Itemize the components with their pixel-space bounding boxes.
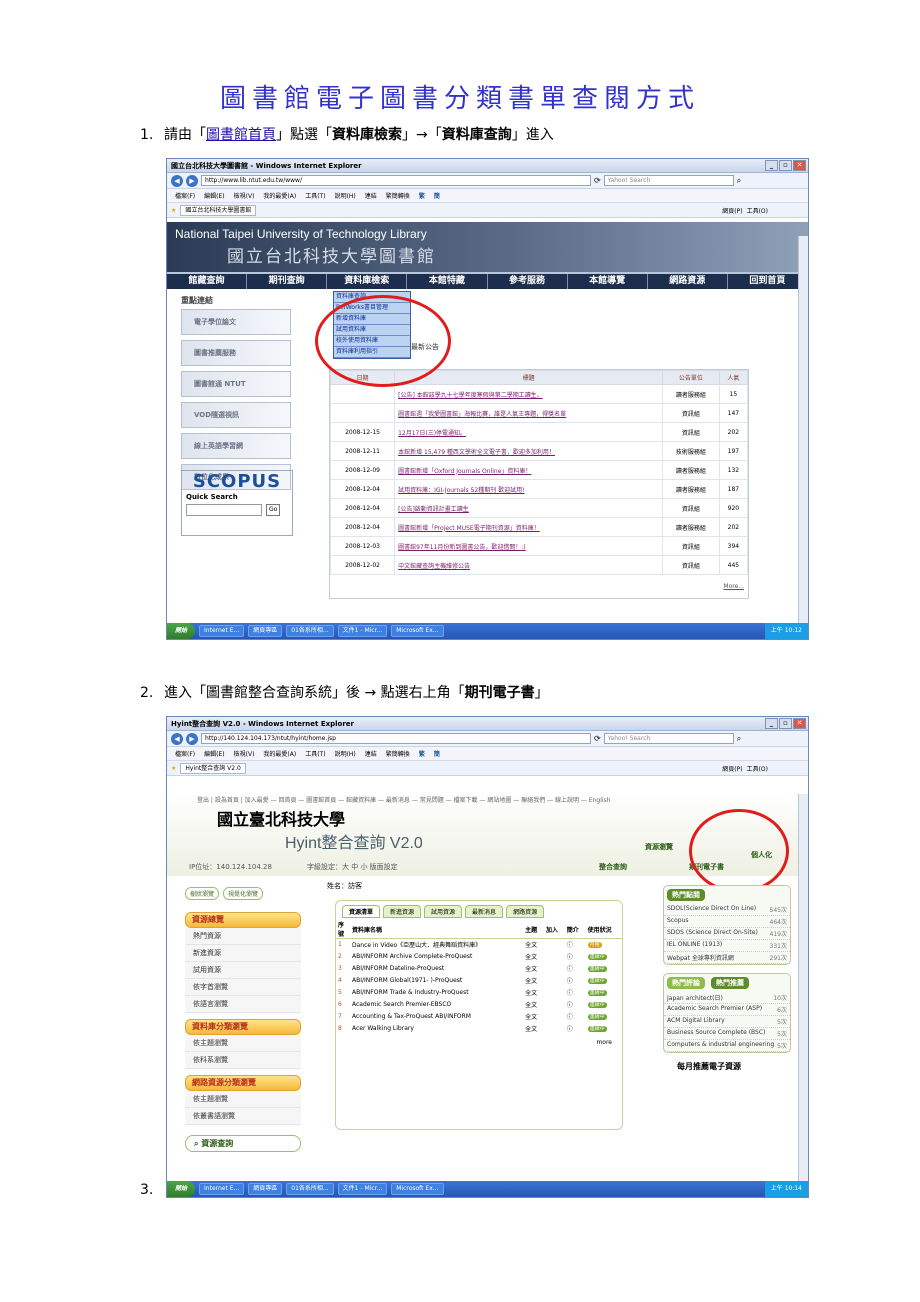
scopus-logo[interactable]: SCOPUS [182,471,292,493]
table-row: 2008-12-09 圖書館新增「Oxford Journals Online」資… [329,460,749,480]
table-row: 2008-12-03 圖書館97年11月份新到圖書公告，歡迎借閱！:) 資訊組 394 [329,536,749,556]
library-banner: National Taipei University of Technology… [167,222,808,272]
search-icon: ⌕ [194,1139,199,1148]
system-name: Hyint整合查詢 V2.0 [285,835,423,852]
clock: 上午 10:12 [764,623,808,639]
document-title: 圖書館電子圖書分類書單查閱方式 [219,84,700,114]
taskbar: 開始 Internet E... 網頁專區 01各系所相... 文件1 - Mi… [167,623,808,639]
refresh-icon[interactable]: ⟳ [594,176,601,185]
ip-address: IP位址：140.124.104.28 [189,863,272,871]
refresh-icon[interactable]: ⟳ [594,734,601,743]
step-1: 1. 請由「圖書館首頁」點選「資料庫檢索」→「資料庫查詢」進入 [140,127,554,143]
more-link[interactable]: More... [330,575,748,598]
nav-item[interactable]: 參考服務 [488,274,568,289]
table-row: 5 ABI/INFORM Trade & Industry-ProQuest 全文 ⓘ… [338,989,607,997]
highlight-circle [689,809,789,893]
news-table: 日期 標題 公告單位 人氣 [公告] 本館該學九十七學年度寒假與第二學期工讀生。 讀者服… [329,369,749,599]
nav-item-database[interactable]: 資料庫檢索 [327,274,408,289]
screenshot-library-homepage: 國立台北科技大學圖書館 - Windows Internet Explorer … [166,158,809,640]
nav-item[interactable]: 本館特藏 [407,274,488,289]
table-row: 1 Dance in Video《亞歷山大．經典舞蹈資料庫》 全文 ⓘ 可用 [338,941,602,950]
side-title: 重點連結 [181,296,213,305]
forward-icon[interactable]: ▶ [186,732,198,745]
tab-resources[interactable]: 資源瀏覽 [645,842,673,852]
minimize-icon[interactable]: _ [765,718,778,729]
table-row: 6 Academic Search Premier-EBSCO 全文 ⓘ 連線中 [338,1001,607,1009]
search-icon[interactable]: ⌕ [737,734,741,744]
menu-bar: 檔案(F) 編輯(E) 檢視(V) 我的最愛(A) 工具(T) 說明(H) 連結 繁簡轉換繁簡 [167,189,808,203]
table-row: 4 ABI/INFORM Global(1971- )-ProQuest 全文 ⓘ 連線… [338,977,607,985]
library-home-link[interactable]: 圖書館首頁 [206,127,276,143]
close-icon[interactable]: ✕ [793,718,806,729]
table-row: 2008-12-15 12月17日(三)停電通知。 資訊組 202 [329,422,749,442]
menu-bar: 檔案(F) 編輯(E) 檢視(V) 我的最愛(A) 工具(T) 說明(H) 連結 繁簡轉換繁簡 [167,747,808,761]
table-row: 2008-12-02 中文館藏查詢主機維修公告 資訊組 445 [329,555,749,575]
table-row: 圖書館週「我愛圖書館」海報比賽，誰是人氣王專題，得獎名單 資訊組 147 [329,403,749,423]
search-input[interactable]: Yahoo! Search [603,733,734,744]
search-icon[interactable]: ⌕ [737,176,741,186]
table-row: 7 Accounting & Tax-ProQuest ABI/INFORM 全文 ⓘ… [338,1013,607,1021]
nav-item[interactable]: 期刊查詢 [247,274,328,289]
start-button[interactable]: 開始 [167,623,196,639]
scrollbar[interactable] [798,236,808,623]
close-icon[interactable]: ✕ [793,160,806,171]
side-links: 電子學位論文 圖書推薦服務 圖書館通 NTUT VOD隨選視訊 線上英語學習網 … [181,309,291,495]
window-titlebar: 國立台北科技大學圖書館 - Windows Internet Explorer … [167,159,808,173]
browser-tab[interactable]: 國立台北科技大學圖書館 [180,204,257,216]
nav-item[interactable]: 回到首頁 [728,274,808,289]
monthly-recommend[interactable]: 每月推薦電子資源 [663,1061,791,1072]
table-row: [公告] 本館該學九十七學年度寒假與第二學期工讀生。 讀者服務組 15 [329,384,749,404]
table-row: 2008-12-04 試用資料庫：IGI-Journals 52種期刊 歡迎試用!… [329,479,749,499]
top-links[interactable]: 登出 | 設為首頁 | 加入最愛 — 回首頁 — 圖書館首頁 — 館藏資料庫 —… [197,795,610,804]
scopus-search-input[interactable] [186,504,262,516]
nav-item[interactable]: 館藏查詢 [167,274,248,289]
library-nav: 館藏查詢 期刊查詢 資料庫檢索 本館特藏 參考服務 本館導覽 網路資源 回到首頁 [167,272,808,289]
browser-tab[interactable]: Hyint整合查詢 V2.0 [180,762,246,774]
address-input[interactable]: http://140.124.104.173/ntut/hyint/home.j… [201,733,591,744]
favorites-star-icon[interactable]: ★ [171,765,176,772]
table-row: 8 Acer Walking Library 全文 ⓘ 連線中 [338,1025,607,1033]
back-icon[interactable]: ◀ [171,174,183,187]
left-sidebar: 樹狀瀏覽 視覺化瀏覽 資源總覽 熱門資源 新進資源 試用資源 依字首瀏覽 依語言瀏… [185,887,301,1152]
favorites-star-icon[interactable]: ★ [171,207,176,214]
back-icon[interactable]: ◀ [171,732,183,745]
table-row: 2008-12-04 圖書館新增「Project MUSE電子期刊資源」資料庫！讀… [329,517,749,537]
resource-search[interactable]: ⌕ 資源查詢 [185,1135,301,1152]
school-name: 國立臺北科技大學 [217,810,346,829]
step-2: 2. 進入「圖書館整合查詢系統」後 → 點選右上角「期刊電子書」 [140,685,549,701]
tab-integrated[interactable]: 整合查詢 [599,862,627,872]
scrollbar[interactable] [798,794,808,1181]
taskbar: 開始 Internet E... 網頁專區 01各系所相... 文件1 - Mi… [167,1181,808,1197]
clock: 上午 10:14 [764,1181,808,1197]
user-name: 姓名：訪客 [327,882,362,890]
window-titlebar: Hyint整合查詢 V2.0 - Windows Internet Explor… [167,717,808,731]
screenshot-hyint-system: Hyint整合查詢 V2.0 - Windows Internet Explor… [166,716,809,1198]
go-button[interactable]: Go [266,504,281,516]
maximize-icon[interactable]: ▫ [779,718,792,729]
start-button[interactable]: 開始 [167,1181,196,1197]
address-input[interactable]: http://www.lib.ntut.edu.tw/www/ [201,175,591,186]
step-3: 3. [140,1182,154,1198]
scopus-box: SCOPUS Quick Search Go [181,470,293,536]
resource-list-panel: 資源清單 新進資源 試用資源 最新消息 網路資源 序號 資料庫名稱 主題 加入 簡介 使用… [335,900,623,1130]
nav-item[interactable]: 本館導覽 [568,274,648,289]
highlight-circle [315,295,451,387]
maximize-icon[interactable]: ▫ [779,160,792,171]
table-row: 2008-12-04 [公告]啟動資訊計畫工讀生 資訊組 920 [329,498,749,518]
table-row: 2008-12-11 本館新增 15,479 種西文學術全文電子書，歡迎多加利用！… [329,441,749,461]
more-link[interactable]: more [336,1035,622,1050]
table-row: 2 ABI/INFORM Archive Complete-ProQuest 全文 ⓘ… [338,953,607,961]
nav-item[interactable]: 網路資源 [648,274,728,289]
table-row: 3 ABI/INFORM Dateline-ProQuest 全文 ⓘ 連線中 [338,965,607,973]
minimize-icon[interactable]: _ [765,160,778,171]
right-sidebar: 熱門點閱 SDOL(Science Direct On Line) 545次 Sc… [663,885,791,1072]
search-input[interactable]: Yahoo! Search [603,175,734,186]
forward-icon[interactable]: ▶ [186,174,198,187]
